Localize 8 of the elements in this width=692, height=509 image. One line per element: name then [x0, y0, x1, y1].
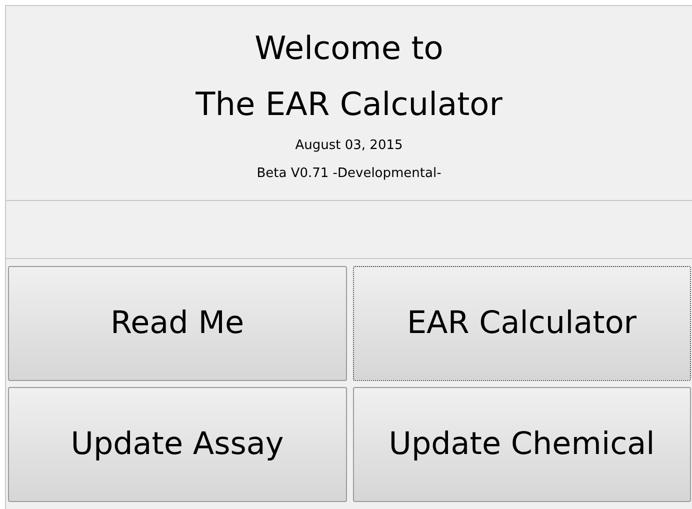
menu-button[interactable]: Read Me	[8, 266, 346, 381]
version-label: Beta V0.71 -Developmental-	[256, 165, 442, 183]
release-date: August 03, 2015	[295, 137, 403, 155]
menu-button[interactable]: EAR Calculator	[352, 266, 691, 381]
menu-button[interactable]: Update Assay	[8, 387, 346, 502]
welcome-title: The EAR Calculator	[196, 84, 502, 125]
menu-button[interactable]: Update Chemical	[352, 387, 691, 502]
welcome-title: Welcome to	[254, 28, 444, 69]
